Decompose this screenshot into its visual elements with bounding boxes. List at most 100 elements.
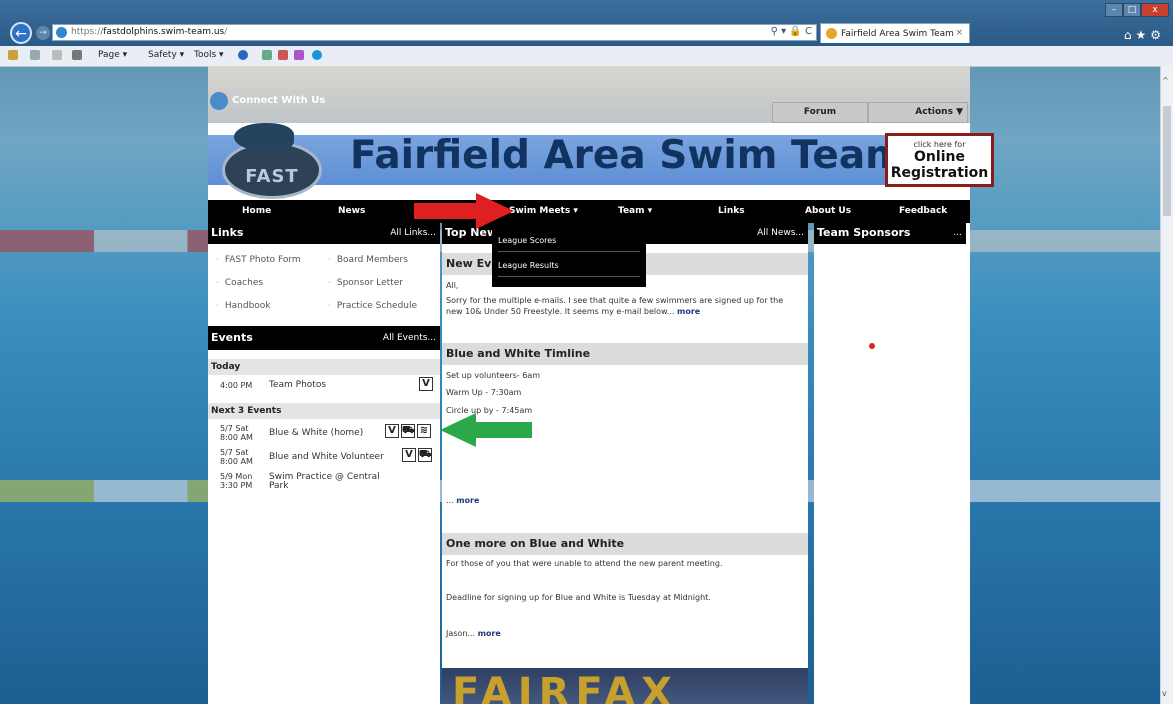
nav-swim-meets[interactable]: Swim Meets ▾ — [509, 206, 578, 216]
menu-item-league-scores[interactable]: League Scores — [498, 236, 556, 245]
more-link[interactable]: more — [478, 629, 501, 638]
addon-icon[interactable] — [278, 50, 288, 60]
next-events-label: Next 3 Events — [208, 403, 440, 419]
scroll-thumb[interactable] — [1163, 106, 1171, 216]
tab-title: Fairfield Area Swim Team — [841, 29, 954, 39]
registration-small-text: click here for — [913, 140, 966, 149]
right-column: Team Sponsors ... — [814, 223, 970, 704]
more-link[interactable]: more — [677, 307, 700, 316]
more-link[interactable]: more — [456, 496, 479, 505]
red-annotation-arrow — [414, 193, 514, 229]
map-icon[interactable]: ⛟ — [418, 448, 432, 462]
registration-line1: Online — [914, 149, 965, 165]
event-team-photos[interactable]: Team Photos — [269, 380, 326, 390]
vertical-scrollbar[interactable]: ^ v — [1160, 66, 1173, 704]
link-board-members[interactable]: Board Members — [328, 255, 408, 265]
close-window-button[interactable]: x — [1141, 3, 1169, 17]
link-handbook[interactable]: Handbook — [216, 301, 271, 311]
link-coaches[interactable]: Coaches — [216, 278, 263, 288]
events-header: Events All Events... — [208, 326, 440, 350]
dolphin-icon — [234, 123, 294, 151]
mail-icon[interactable] — [52, 50, 62, 60]
tab-site-icon — [826, 28, 837, 39]
event-swim-practice-line2[interactable]: Park — [269, 481, 288, 491]
all-links-link[interactable]: All Links... — [390, 228, 436, 238]
event-blue-white-volunteer[interactable]: Blue and White Volunteer — [269, 452, 384, 462]
print-icon[interactable] — [72, 50, 82, 60]
tools-menu[interactable]: Tools ▾ — [194, 50, 224, 60]
registration-line2: Registration — [890, 165, 989, 181]
window-controls: – □ x — [1105, 3, 1169, 19]
addon-icon[interactable] — [262, 50, 272, 60]
forward-button[interactable]: → — [36, 26, 50, 40]
actions-tab[interactable]: Actions ▼ — [868, 102, 968, 123]
link-practice-schedule[interactable]: Practice Schedule — [328, 301, 417, 311]
nav-about-us[interactable]: About Us — [805, 206, 851, 216]
scroll-up-icon[interactable]: ^ — [1162, 76, 1169, 85]
event-time: 4:00 PM — [220, 381, 253, 390]
news-title[interactable]: Blue and White Timline — [446, 347, 590, 360]
links-title: Links — [211, 226, 244, 239]
event-time: 8:00 AM — [220, 457, 253, 466]
address-bar[interactable]: https://fastdolphins.swim-team.us/ ⚲ ▾ 🔒… — [52, 24, 817, 41]
menu-separator — [498, 251, 640, 252]
fairfax-image-text: FAIRFAX — [452, 670, 678, 704]
menu-item-league-results[interactable]: League Results — [498, 261, 559, 270]
browser-tab[interactable]: Fairfield Area Swim Team × — [820, 23, 970, 43]
fairfax-banner-image: FAIRFAX — [442, 668, 808, 704]
link-photo-form[interactable]: FAST Photo Form — [216, 255, 301, 265]
tab-close-icon[interactable]: × — [955, 28, 963, 38]
nav-feedback[interactable]: Feedback — [899, 206, 947, 216]
connect-icon[interactable] — [210, 92, 228, 110]
swim-meets-dropdown: League Scores League Results — [492, 223, 646, 287]
back-button[interactable]: ← — [10, 22, 32, 44]
page-menu[interactable]: Page ▾ — [98, 50, 127, 60]
news-title[interactable]: One more on Blue and White — [446, 537, 624, 550]
scroll-down-icon[interactable]: v — [1162, 689, 1167, 698]
connect-label[interactable]: Connect With Us — [232, 95, 325, 106]
news-text: Warm Up - 7:30am — [446, 388, 522, 397]
volunteer-icon[interactable]: V — [402, 448, 416, 462]
news-item-header: Blue and White Timline — [442, 343, 808, 365]
event-date: 5/7 Sat — [220, 448, 249, 457]
event-time: 3:30 PM — [220, 481, 253, 490]
sponsor-indicator-dot — [869, 343, 875, 349]
url-text: https://fastdolphins.swim-team.us/ — [71, 27, 228, 37]
help-icon[interactable] — [238, 50, 248, 60]
nav-news[interactable]: News — [338, 206, 365, 216]
today-label: Today — [208, 359, 440, 375]
map-icon[interactable]: ⛟ — [401, 424, 415, 438]
minimize-button[interactable]: – — [1105, 3, 1123, 17]
nav-home[interactable]: Home — [242, 206, 271, 216]
links-header: Links All Links... — [208, 223, 440, 244]
green-annotation-arrow — [440, 413, 532, 447]
team-sponsors-title: Team Sponsors — [817, 226, 911, 239]
volunteer-icon[interactable]: V — [419, 377, 433, 391]
link-sponsor-letter[interactable]: Sponsor Letter — [328, 278, 403, 288]
events-title: Events — [211, 331, 253, 344]
nav-links[interactable]: Links — [718, 206, 745, 216]
nav-team[interactable]: Team ▾ — [618, 206, 652, 216]
home-icon[interactable] — [8, 50, 18, 60]
team-sponsors-header: Team Sponsors ... — [814, 223, 966, 244]
home-favorites-settings-icons[interactable]: ⌂★⚙ — [1124, 28, 1165, 42]
skype-icon[interactable] — [312, 50, 322, 60]
swim-entry-icon[interactable]: ≋ — [417, 424, 431, 438]
news-text: Jason... more — [446, 629, 501, 638]
addon-icon[interactable] — [294, 50, 304, 60]
event-blue-white-home[interactable]: Blue & White (home) — [269, 428, 363, 438]
online-registration-button[interactable]: click here for Online Registration — [885, 133, 994, 187]
site-icon — [56, 27, 67, 38]
maximize-button[interactable]: □ — [1123, 3, 1141, 17]
safety-menu[interactable]: Safety ▾ — [148, 50, 184, 60]
feeds-icon[interactable] — [30, 50, 40, 60]
all-news-link[interactable]: All News... — [757, 228, 804, 238]
sponsors-more-link[interactable]: ... — [953, 228, 962, 238]
search-refresh-icons[interactable]: ⚲ ▾ 🔒 C — [771, 26, 812, 37]
volunteer-icon[interactable]: V — [385, 424, 399, 438]
all-events-link[interactable]: All Events... — [383, 333, 436, 343]
left-column: Links All Links... FAST Photo Form Board… — [208, 223, 440, 704]
logo-text: FAST — [245, 166, 299, 187]
news-item-header: One more on Blue and White — [442, 533, 808, 555]
forum-tab[interactable]: Forum — [772, 102, 868, 123]
